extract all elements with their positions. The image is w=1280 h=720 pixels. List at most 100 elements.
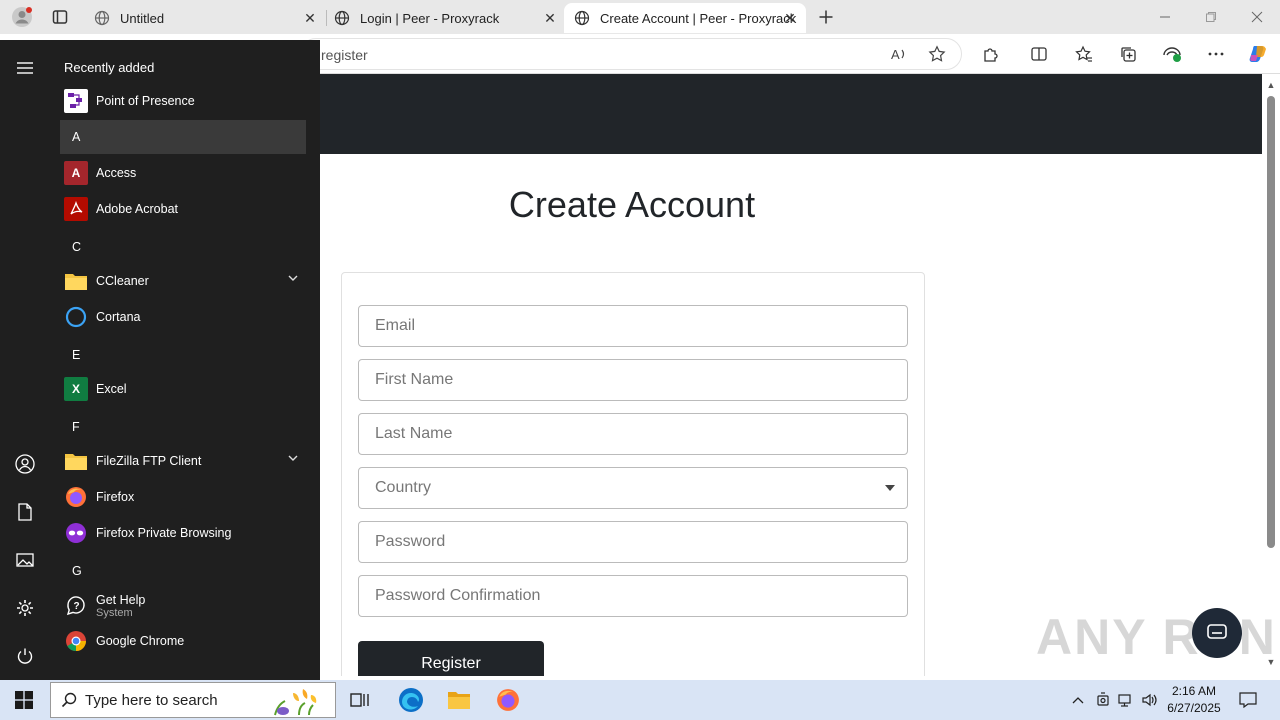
app-google-chrome[interactable]: Google Chrome xyxy=(60,623,306,659)
app-name: Access xyxy=(96,166,137,180)
country-placeholder: Country xyxy=(375,479,432,496)
app-cortana[interactable]: Cortana xyxy=(60,299,306,335)
chevron-down-icon[interactable] xyxy=(288,454,298,465)
documents-icon[interactable] xyxy=(13,500,37,524)
copilot-icon[interactable] xyxy=(1246,42,1270,66)
app-name: Firefox Private Browsing xyxy=(96,526,232,540)
minimize-icon[interactable] xyxy=(1142,0,1188,34)
first-name-placeholder: First Name xyxy=(375,371,454,388)
favorite-star-icon[interactable] xyxy=(925,42,949,66)
letter-header-c[interactable]: C xyxy=(60,230,306,264)
password-placeholder: Password xyxy=(375,533,446,550)
clock-time: 2:16 AM xyxy=(1171,684,1217,698)
last-name-placeholder: Last Name xyxy=(375,425,453,442)
globe-icon xyxy=(94,10,110,26)
notifications-icon[interactable] xyxy=(1238,690,1258,710)
power-icon[interactable] xyxy=(13,644,37,668)
app-adobe-acrobat[interactable]: Adobe Acrobat xyxy=(60,191,306,227)
network-icon[interactable] xyxy=(1116,690,1136,710)
close-window-icon[interactable] xyxy=(1234,0,1280,34)
globe-icon xyxy=(334,10,350,26)
app-name: Firefox xyxy=(96,490,135,504)
chevron-down-icon xyxy=(885,485,895,491)
app-point-of-presence[interactable]: Point of Presence xyxy=(60,83,306,119)
user-account-icon[interactable] xyxy=(13,452,37,476)
scroll-thumb[interactable] xyxy=(1267,96,1275,548)
tab-create-account[interactable]: Create Account | Peer - Proxyrack ✕ xyxy=(564,3,806,33)
app-label-group: Get Help System xyxy=(96,593,145,619)
pictures-icon[interactable] xyxy=(13,548,37,572)
email-field[interactable]: Email xyxy=(358,305,908,347)
favorites-icon[interactable] xyxy=(1072,42,1096,66)
profile-icon[interactable] xyxy=(10,5,34,29)
settings-gear-icon[interactable] xyxy=(13,596,37,620)
app-firefox[interactable]: Firefox xyxy=(60,479,306,515)
country-select[interactable]: Country xyxy=(358,467,908,509)
close-tab-icon[interactable]: ✕ xyxy=(542,10,558,26)
search-placeholder: Type here to search xyxy=(85,691,218,709)
extensions-icon[interactable] xyxy=(979,42,1003,66)
start-button[interactable] xyxy=(0,680,48,720)
app-name: Get Help xyxy=(96,593,146,607)
chat-button[interactable] xyxy=(1192,608,1242,658)
chevron-down-icon[interactable] xyxy=(288,274,298,285)
scroll-up-icon[interactable]: ▲ xyxy=(1266,80,1276,90)
device-icon[interactable] xyxy=(1093,690,1113,710)
password-field[interactable]: Password xyxy=(358,521,908,563)
address-text[interactable]: register xyxy=(321,47,368,63)
hamburger-menu-icon[interactable] xyxy=(13,56,37,80)
close-tab-icon[interactable]: ✕ xyxy=(782,10,798,26)
task-view-icon[interactable] xyxy=(342,684,378,716)
app-name: Excel xyxy=(96,382,127,396)
tab-untitled[interactable]: Untitled ✕ xyxy=(84,3,326,33)
file-explorer-icon[interactable] xyxy=(441,684,477,716)
password-confirmation-field[interactable]: Password Confirmation xyxy=(358,575,908,617)
app-name: Point of Presence xyxy=(96,94,195,108)
split-screen-icon[interactable] xyxy=(1027,42,1051,66)
email-placeholder: Email xyxy=(375,317,416,334)
start-menu: Recently added Point of Presence A A Acc… xyxy=(0,40,320,680)
clock-date: 6/27/2025 xyxy=(1167,701,1221,715)
first-name-field[interactable]: First Name xyxy=(358,359,908,401)
letter-header-g[interactable]: G xyxy=(60,554,306,588)
search-highlight-icon xyxy=(265,685,331,717)
address-bar[interactable]: register A xyxy=(300,38,962,70)
search-icon xyxy=(61,692,77,708)
letter-header-a[interactable]: A xyxy=(60,120,306,154)
app-access[interactable]: A Access xyxy=(60,155,306,191)
firefox-private-icon xyxy=(64,521,88,545)
restore-icon[interactable] xyxy=(1188,0,1234,34)
collections-icon[interactable] xyxy=(1116,42,1140,66)
edge-taskbar-icon[interactable] xyxy=(393,684,429,716)
app-excel[interactable]: X Excel xyxy=(60,371,306,407)
app-name: CCleaner xyxy=(96,274,149,288)
chevron-up-icon[interactable] xyxy=(1068,690,1088,710)
read-aloud-icon[interactable]: A xyxy=(887,42,911,66)
folder-icon xyxy=(64,449,88,473)
volume-icon[interactable] xyxy=(1140,690,1160,710)
tab-actions-icon[interactable] xyxy=(48,5,72,29)
app-subtitle: System xyxy=(96,607,133,619)
tab-login[interactable]: Login | Peer - Proxyrack ✕ xyxy=(324,3,566,33)
svg-text:?: ? xyxy=(74,601,80,612)
more-options-icon[interactable] xyxy=(1204,42,1228,66)
taskbar-search-input[interactable]: Type here to search xyxy=(50,682,336,718)
app-get-help[interactable]: ? Get Help System xyxy=(60,587,306,625)
chat-icon xyxy=(1207,624,1227,639)
excel-icon: X xyxy=(64,377,88,401)
last-name-field[interactable]: Last Name xyxy=(358,413,908,455)
letter-header-f[interactable]: F xyxy=(60,410,306,444)
register-button[interactable]: Register xyxy=(358,641,544,676)
new-tab-icon[interactable] xyxy=(814,5,838,29)
app-ccleaner[interactable]: CCleaner xyxy=(60,263,306,299)
system-clock[interactable]: 2:16 AM 6/27/2025 xyxy=(1160,683,1228,717)
letter-header-e[interactable]: E xyxy=(60,338,306,372)
page-scrollbar[interactable]: ▲ ▼ xyxy=(1262,74,1280,676)
get-help-icon: ? xyxy=(64,594,88,618)
close-tab-icon[interactable]: ✕ xyxy=(302,10,318,26)
app-filezilla[interactable]: FileZilla FTP Client xyxy=(60,443,306,479)
firefox-taskbar-icon[interactable] xyxy=(490,684,526,716)
browser-essentials-icon[interactable] xyxy=(1160,42,1184,66)
globe-icon xyxy=(574,10,590,26)
app-firefox-private[interactable]: Firefox Private Browsing xyxy=(60,515,306,551)
